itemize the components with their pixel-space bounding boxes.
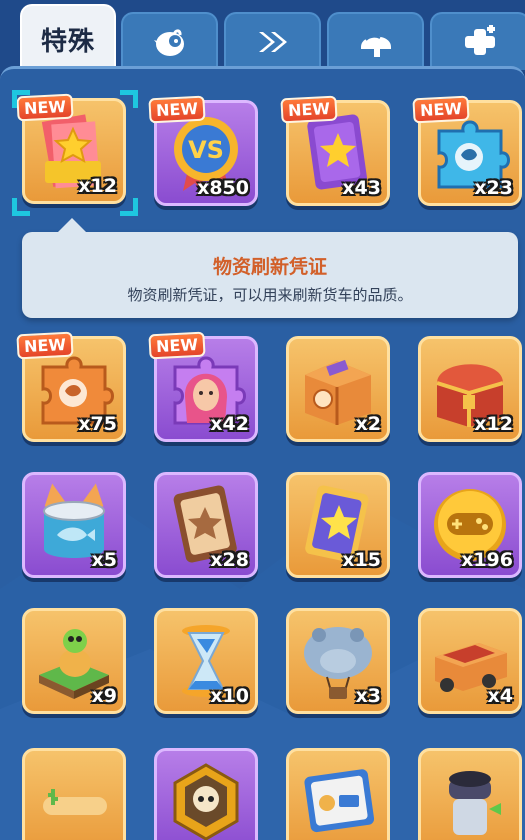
change-id-card-icon [304,769,375,833]
tab-bar: 特殊 [0,0,525,72]
item-count: x12 [78,175,117,197]
tab-healing[interactable] [430,12,525,70]
item-count: x23 [474,177,513,199]
cactus-tile-icon [43,789,107,815]
item-slot-cannon-character[interactable] [418,748,522,840]
item-count: x43 [342,177,381,199]
tab-pets[interactable] [121,12,218,70]
item-slot-cactus-tile[interactable] [22,748,126,840]
tab-gear[interactable] [327,12,424,70]
item-slot-hero-puzzle[interactable]: NEW x42 [148,331,258,442]
item-slot-ticket[interactable]: NEW x12 [16,93,126,204]
tab-special[interactable]: 特殊 [20,4,116,72]
selection-corner [120,198,138,216]
item-slot-hourglass[interactable]: x10 [154,608,258,714]
item-count: x28 [210,549,249,571]
item-count: x5 [91,549,117,571]
item-count: x10 [210,685,249,707]
item-slot-turtle[interactable]: x9 [22,608,126,714]
item-slot-blue-puzzle[interactable]: NEW x23 [412,95,522,206]
plus-bandage-icon [465,25,495,55]
item-slot-orange-puzzle[interactable]: NEW x75 [16,331,126,442]
item-count: x196 [461,549,513,571]
tooltip-description: 物资刷新凭证，可以用来刷新货车的品质。 [127,286,413,304]
chicken-icon [153,29,184,56]
selection-corner [12,90,30,108]
item-count: x850 [197,177,249,199]
item-count: x42 [210,413,249,435]
item-slot-star-card[interactable]: NEW x43 [280,95,390,206]
tooltip-arrow [58,218,86,232]
skull-badge-icon [173,763,239,840]
item-slot-truck[interactable]: x4 [418,608,522,714]
selection-corner [12,198,30,216]
item-slot-supply-crate[interactable]: x2 [286,336,390,442]
tab-special-label: 特殊 [40,25,95,56]
tooltip-title: 物资刷新凭证 [212,256,327,278]
item-count: x12 [474,413,513,435]
item-count: x15 [342,549,381,571]
new-badge: NEW [148,95,206,124]
item-slot-brown-card[interactable]: x28 [154,472,258,578]
item-count: x9 [91,685,117,707]
fast-forward-icon [258,32,287,52]
item-tooltip: 物资刷新凭证 物资刷新凭证，可以用来刷新货车的品质。 [22,218,518,318]
svg-text:VS: VS [188,136,224,164]
new-badge: NEW [412,95,470,124]
item-count: x2 [355,413,381,435]
tab-speedup[interactable] [224,12,321,70]
new-badge: NEW [16,331,74,360]
item-slot-hippo-balloon[interactable]: x3 [286,608,390,714]
helmet-icon [360,35,391,57]
item-slot-skull-badge[interactable] [154,748,258,840]
cannon-character-icon [449,771,501,835]
item-slot-treasure-chest[interactable]: x12 [418,336,522,442]
item-slot-gold-card[interactable]: x15 [286,472,390,578]
item-count: x4 [487,685,513,707]
item-slot-vs-medal[interactable]: VS NEW x850 [148,95,258,206]
new-badge: NEW [280,95,338,124]
item-slot-gamepad-coin[interactable]: x196 [418,472,522,578]
selection-corner [120,90,138,108]
new-badge: NEW [148,331,206,360]
item-count: x75 [78,413,117,435]
item-slot-change-id-card[interactable] [286,748,390,840]
item-slot-fish-can[interactable]: x5 [22,472,126,578]
item-count: x3 [355,685,381,707]
